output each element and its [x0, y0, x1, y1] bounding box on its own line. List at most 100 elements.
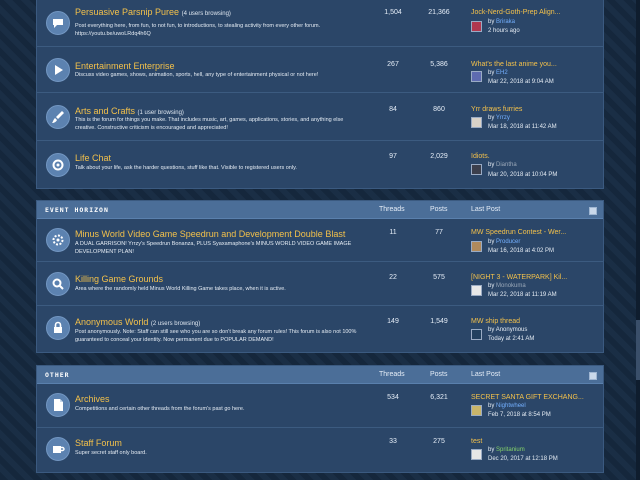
- by-label: by: [488, 327, 495, 333]
- last-post-user[interactable]: Briraka: [496, 19, 515, 25]
- forum-title[interactable]: Archives: [75, 394, 110, 404]
- last-post-title[interactable]: SECRET SANTA GIFT EXCHANG...: [471, 394, 584, 401]
- category-other: Other Threads Posts Last Post Archives C…: [36, 365, 604, 473]
- category-title[interactable]: Other: [45, 371, 70, 379]
- scroll-thumb[interactable]: [636, 320, 640, 380]
- avatar[interactable]: [471, 21, 482, 32]
- avatar[interactable]: [471, 241, 482, 252]
- forum-row[interactable]: Staff Forum Super secret staff only boar…: [37, 428, 603, 472]
- avatar[interactable]: [471, 405, 482, 416]
- post-count: 5,386: [430, 61, 448, 68]
- collapse-icon[interactable]: [589, 207, 597, 215]
- forum-title[interactable]: Killing Game Grounds: [75, 274, 163, 284]
- document-icon: [46, 393, 70, 417]
- forum-row[interactable]: Killing Game Grounds Area where the rand…: [37, 262, 603, 306]
- post-count: 275: [433, 438, 445, 445]
- last-post-user[interactable]: EH2: [496, 70, 508, 76]
- last-post-title[interactable]: [NIGHT 3 - WATERPARK] Kil...: [471, 274, 567, 281]
- forum-description: Post everything here, from fun, to not f…: [75, 23, 321, 37]
- post-count: 575: [433, 274, 445, 281]
- last-post-user[interactable]: Producer: [496, 239, 520, 245]
- last-post-date: Today at 2:41 AM: [488, 336, 535, 342]
- last-post-date: Mar 16, 2018 at 4:02 PM: [488, 248, 555, 254]
- forum-title[interactable]: Anonymous World: [75, 317, 148, 327]
- avatar[interactable]: [471, 164, 482, 175]
- by-label: by: [488, 239, 495, 245]
- last-post-date: Mar 20, 2018 at 10:04 PM: [488, 172, 558, 178]
- by-label: by: [488, 70, 495, 76]
- last-post-title[interactable]: Yrr draws furries: [471, 106, 522, 113]
- gear-icon: [46, 153, 70, 177]
- forum-title[interactable]: Minus World Video Game Speedrun and Deve…: [75, 229, 345, 239]
- last-post-title[interactable]: MW ship thread: [471, 318, 520, 325]
- play-icon: [46, 58, 70, 82]
- last-post-user[interactable]: Yrrzy: [496, 115, 510, 121]
- category-header: Event Horizon Threads Posts Last Post: [37, 201, 603, 219]
- post-count: 1,549: [430, 318, 448, 325]
- by-label: by: [488, 447, 495, 453]
- bubble-icon: [46, 11, 70, 35]
- forum-row[interactable]: Minus World Video Game Speedrun and Deve…: [37, 219, 603, 262]
- avatar[interactable]: [471, 117, 482, 128]
- forum-row[interactable]: Arts and Crafts (1 user browsing) This i…: [37, 93, 603, 141]
- forum-title[interactable]: Life Chat: [75, 153, 111, 163]
- category-event-horizon: Event Horizon Threads Posts Last Post Mi…: [36, 200, 604, 353]
- column-threads: Threads: [379, 206, 405, 213]
- forum-title[interactable]: Arts and Crafts: [75, 106, 135, 116]
- gear-icon: [46, 228, 70, 252]
- column-threads: Threads: [379, 371, 405, 378]
- magnifier-icon: [46, 272, 70, 296]
- forum-row[interactable]: Persuasive Parsnip Puree (4 users browsi…: [37, 1, 603, 47]
- column-last-post: Last Post: [471, 371, 501, 378]
- column-posts: Posts: [430, 371, 448, 378]
- by-label: by: [488, 283, 495, 289]
- lock-icon: [46, 316, 70, 340]
- forum-description: Competitions and certain other threads f…: [75, 406, 245, 412]
- last-post-title[interactable]: What's the last anime you...: [471, 61, 557, 68]
- thread-count: 267: [387, 61, 399, 68]
- last-post-user[interactable]: Anonymous: [496, 327, 528, 333]
- last-post-user[interactable]: Diantha: [496, 162, 517, 168]
- forum-description: Discuss video games, shows, animation, s…: [75, 72, 319, 78]
- collapse-icon[interactable]: [589, 372, 597, 380]
- forum-row[interactable]: Archives Competitions and certain other …: [37, 384, 603, 428]
- thread-count: 84: [389, 106, 397, 113]
- post-count: 6,321: [430, 394, 448, 401]
- category-title[interactable]: Event Horizon: [45, 206, 109, 214]
- forum-row[interactable]: Anonymous World (2 users browsing) Post …: [37, 306, 603, 353]
- last-post-title[interactable]: Jock-Nerd-Goth-Prep Align...: [471, 9, 560, 16]
- forum-title[interactable]: Entertainment Enterprise: [75, 61, 175, 71]
- forum-description: A DUAL GARRISON! Yrrzy's Speedrun Bonanz…: [75, 241, 352, 255]
- post-count: 21,366: [428, 9, 450, 16]
- browsing-count: (2 users browsing): [150, 321, 201, 327]
- forum-row[interactable]: Life Chat Talk about your life, ask the …: [37, 141, 603, 189]
- last-post-title[interactable]: Idiots.: [471, 153, 490, 160]
- forum-description: This is the forum for things you make. T…: [75, 117, 344, 131]
- last-post-user[interactable]: Monokuma: [496, 283, 526, 289]
- thread-count: 33: [389, 438, 397, 445]
- mug-icon: [46, 437, 70, 461]
- category-general: Persuasive Parsnip Puree (4 users browsi…: [36, 0, 604, 189]
- last-post-date: Mar 22, 2018 at 11:19 AM: [488, 292, 557, 298]
- last-post-user[interactable]: Spritanium: [496, 447, 525, 453]
- forum-row[interactable]: Entertainment Enterprise Discuss video g…: [37, 47, 603, 93]
- forum-description: Talk about your life, ask the harder que…: [75, 165, 297, 171]
- last-post-user[interactable]: Nightwheel: [496, 403, 526, 409]
- avatar[interactable]: [471, 285, 482, 296]
- thread-count: 149: [387, 318, 399, 325]
- thread-count: 534: [387, 394, 399, 401]
- thread-count: 97: [389, 153, 397, 160]
- scrollbar[interactable]: [636, 0, 640, 480]
- last-post-title[interactable]: test: [471, 438, 482, 445]
- column-last-post: Last Post: [471, 206, 501, 213]
- forum-title[interactable]: Staff Forum: [75, 438, 122, 448]
- avatar[interactable]: [471, 329, 482, 340]
- browsing-count: (4 users browsing): [181, 11, 231, 17]
- thread-count: 11: [389, 229, 397, 236]
- avatar[interactable]: [471, 71, 482, 82]
- forum-title[interactable]: Persuasive Parsnip Puree: [75, 7, 179, 17]
- last-post-date: Feb 7, 2018 at 8:54 PM: [488, 412, 551, 418]
- last-post-title[interactable]: MW Speedrun Contest - Wer...: [471, 229, 566, 236]
- last-post-date: Mar 22, 2018 at 9:04 AM: [488, 79, 554, 85]
- avatar[interactable]: [471, 449, 482, 460]
